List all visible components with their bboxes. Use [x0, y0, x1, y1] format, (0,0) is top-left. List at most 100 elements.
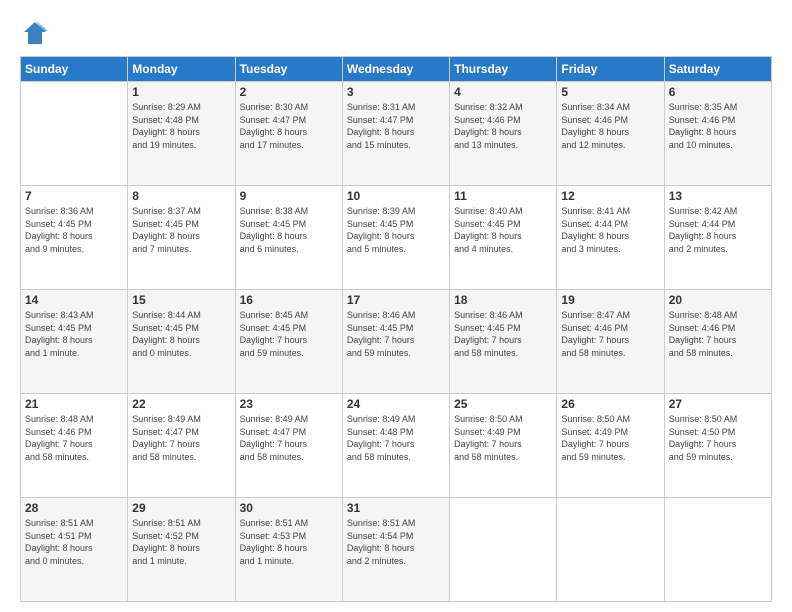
day-info: Sunrise: 8:34 AM Sunset: 4:46 PM Dayligh… [561, 101, 659, 151]
page: SundayMondayTuesdayWednesdayThursdayFrid… [0, 0, 792, 612]
day-of-week-header: Sunday [21, 57, 128, 82]
day-number: 26 [561, 397, 659, 411]
day-info: Sunrise: 8:47 AM Sunset: 4:46 PM Dayligh… [561, 309, 659, 359]
calendar-cell: 29 Sunrise: 8:51 AM Sunset: 4:52 PM Dayli… [128, 498, 235, 602]
day-info: Sunrise: 8:49 AM Sunset: 4:47 PM Dayligh… [132, 413, 230, 463]
day-info: Sunrise: 8:38 AM Sunset: 4:45 PM Dayligh… [240, 205, 338, 255]
day-number: 15 [132, 293, 230, 307]
day-number: 16 [240, 293, 338, 307]
day-info: Sunrise: 8:51 AM Sunset: 4:51 PM Dayligh… [25, 517, 123, 567]
day-of-week-header: Tuesday [235, 57, 342, 82]
calendar-cell: 2Sunrise: 8:30 AM Sunset: 4:47 PM Daylig… [235, 82, 342, 186]
day-info: Sunrise: 8:51 AM Sunset: 4:52 PM Dayligh… [132, 517, 230, 567]
logo [20, 18, 54, 48]
calendar-cell: 1Sunrise: 8:29 AM Sunset: 4:48 PM Daylig… [128, 82, 235, 186]
calendar-cell: 26 Sunrise: 8:50 AM Sunset: 4:49 PM Dayli… [557, 394, 664, 498]
day-info: Sunrise: 8:51 AM Sunset: 4:53 PM Dayligh… [240, 517, 338, 567]
day-number: 11 [454, 189, 552, 203]
day-info: Sunrise: 8:39 AM Sunset: 4:45 PM Dayligh… [347, 205, 445, 255]
calendar-cell: 11Sunrise: 8:40 AM Sunset: 4:45 PM Dayli… [450, 186, 557, 290]
day-info: Sunrise: 8:50 AM Sunset: 4:50 PM Dayligh… [669, 413, 767, 463]
calendar-cell: 9Sunrise: 8:38 AM Sunset: 4:45 PM Daylig… [235, 186, 342, 290]
day-info: Sunrise: 8:48 AM Sunset: 4:46 PM Dayligh… [25, 413, 123, 463]
calendar-cell: 31Sunrise: 8:51 AM Sunset: 4:54 PM Dayli… [342, 498, 449, 602]
calendar-cell: 7 Sunrise: 8:36 AM Sunset: 4:45 PM Daylig… [21, 186, 128, 290]
calendar-cell: 5 Sunrise: 8:34 AM Sunset: 4:46 PM Daylig… [557, 82, 664, 186]
day-info: Sunrise: 8:37 AM Sunset: 4:45 PM Dayligh… [132, 205, 230, 255]
calendar-cell: 21 Sunrise: 8:48 AM Sunset: 4:46 PM Dayli… [21, 394, 128, 498]
day-number: 13 [669, 189, 767, 203]
calendar-cell: 25 Sunrise: 8:50 AM Sunset: 4:49 PM Dayli… [450, 394, 557, 498]
day-number: 1 [132, 85, 230, 99]
calendar-cell [21, 82, 128, 186]
day-number: 2 [240, 85, 338, 99]
calendar-cell: 23 Sunrise: 8:49 AM Sunset: 4:47 PM Dayli… [235, 394, 342, 498]
day-number: 28 [25, 501, 123, 515]
calendar-cell: 18 Sunrise: 8:46 AM Sunset: 4:45 PM Dayli… [450, 290, 557, 394]
calendar-cell: 15 Sunrise: 8:44 AM Sunset: 4:45 PM Dayli… [128, 290, 235, 394]
day-number: 31 [347, 501, 445, 515]
day-info: Sunrise: 8:49 AM Sunset: 4:48 PM Dayligh… [347, 413, 445, 463]
day-number: 19 [561, 293, 659, 307]
day-number: 3 [347, 85, 445, 99]
calendar-cell: 17Sunrise: 8:46 AM Sunset: 4:45 PM Dayli… [342, 290, 449, 394]
day-info: Sunrise: 8:31 AM Sunset: 4:47 PM Dayligh… [347, 101, 445, 151]
calendar-week-row: 1Sunrise: 8:29 AM Sunset: 4:48 PM Daylig… [21, 82, 772, 186]
calendar-header-row: SundayMondayTuesdayWednesdayThursdayFrid… [21, 57, 772, 82]
calendar-cell: 8Sunrise: 8:37 AM Sunset: 4:45 PM Daylig… [128, 186, 235, 290]
calendar-cell: 19 Sunrise: 8:47 AM Sunset: 4:46 PM Dayli… [557, 290, 664, 394]
logo-icon [20, 18, 50, 48]
day-number: 14 [25, 293, 123, 307]
day-number: 27 [669, 397, 767, 411]
calendar-cell [450, 498, 557, 602]
day-info: Sunrise: 8:49 AM Sunset: 4:47 PM Dayligh… [240, 413, 338, 463]
day-number: 21 [25, 397, 123, 411]
day-of-week-header: Saturday [664, 57, 771, 82]
day-number: 18 [454, 293, 552, 307]
calendar-cell: 13 Sunrise: 8:42 AM Sunset: 4:44 PM Dayli… [664, 186, 771, 290]
day-number: 7 [25, 189, 123, 203]
calendar-cell: 10 Sunrise: 8:39 AM Sunset: 4:45 PM Dayli… [342, 186, 449, 290]
day-number: 6 [669, 85, 767, 99]
calendar: SundayMondayTuesdayWednesdayThursdayFrid… [20, 56, 772, 602]
calendar-cell: 6 Sunrise: 8:35 AM Sunset: 4:46 PM Daylig… [664, 82, 771, 186]
calendar-cell: 24 Sunrise: 8:49 AM Sunset: 4:48 PM Dayli… [342, 394, 449, 498]
day-info: Sunrise: 8:45 AM Sunset: 4:45 PM Dayligh… [240, 309, 338, 359]
calendar-cell: 3 Sunrise: 8:31 AM Sunset: 4:47 PM Daylig… [342, 82, 449, 186]
calendar-week-row: 28 Sunrise: 8:51 AM Sunset: 4:51 PM Dayli… [21, 498, 772, 602]
day-number: 23 [240, 397, 338, 411]
day-of-week-header: Wednesday [342, 57, 449, 82]
calendar-week-row: 14 Sunrise: 8:43 AM Sunset: 4:45 PM Dayli… [21, 290, 772, 394]
day-of-week-header: Friday [557, 57, 664, 82]
calendar-cell: 20 Sunrise: 8:48 AM Sunset: 4:46 PM Dayli… [664, 290, 771, 394]
day-info: Sunrise: 8:46 AM Sunset: 4:45 PM Dayligh… [454, 309, 552, 359]
day-info: Sunrise: 8:48 AM Sunset: 4:46 PM Dayligh… [669, 309, 767, 359]
day-number: 12 [561, 189, 659, 203]
day-number: 25 [454, 397, 552, 411]
day-number: 20 [669, 293, 767, 307]
day-number: 17 [347, 293, 445, 307]
calendar-week-row: 7 Sunrise: 8:36 AM Sunset: 4:45 PM Daylig… [21, 186, 772, 290]
day-info: Sunrise: 8:50 AM Sunset: 4:49 PM Dayligh… [561, 413, 659, 463]
day-info: Sunrise: 8:35 AM Sunset: 4:46 PM Dayligh… [669, 101, 767, 151]
day-number: 24 [347, 397, 445, 411]
day-number: 22 [132, 397, 230, 411]
calendar-cell: 14 Sunrise: 8:43 AM Sunset: 4:45 PM Dayli… [21, 290, 128, 394]
day-info: Sunrise: 8:36 AM Sunset: 4:45 PM Dayligh… [25, 205, 123, 255]
day-of-week-header: Monday [128, 57, 235, 82]
calendar-cell [557, 498, 664, 602]
day-of-week-header: Thursday [450, 57, 557, 82]
day-info: Sunrise: 8:50 AM Sunset: 4:49 PM Dayligh… [454, 413, 552, 463]
day-info: Sunrise: 8:43 AM Sunset: 4:45 PM Dayligh… [25, 309, 123, 359]
calendar-cell: 27 Sunrise: 8:50 AM Sunset: 4:50 PM Dayli… [664, 394, 771, 498]
calendar-cell: 12Sunrise: 8:41 AM Sunset: 4:44 PM Dayli… [557, 186, 664, 290]
day-number: 10 [347, 189, 445, 203]
day-number: 5 [561, 85, 659, 99]
day-number: 29 [132, 501, 230, 515]
day-info: Sunrise: 8:32 AM Sunset: 4:46 PM Dayligh… [454, 101, 552, 151]
calendar-cell: 22 Sunrise: 8:49 AM Sunset: 4:47 PM Dayli… [128, 394, 235, 498]
calendar-cell: 4 Sunrise: 8:32 AM Sunset: 4:46 PM Daylig… [450, 82, 557, 186]
day-info: Sunrise: 8:42 AM Sunset: 4:44 PM Dayligh… [669, 205, 767, 255]
day-info: Sunrise: 8:44 AM Sunset: 4:45 PM Dayligh… [132, 309, 230, 359]
day-number: 4 [454, 85, 552, 99]
